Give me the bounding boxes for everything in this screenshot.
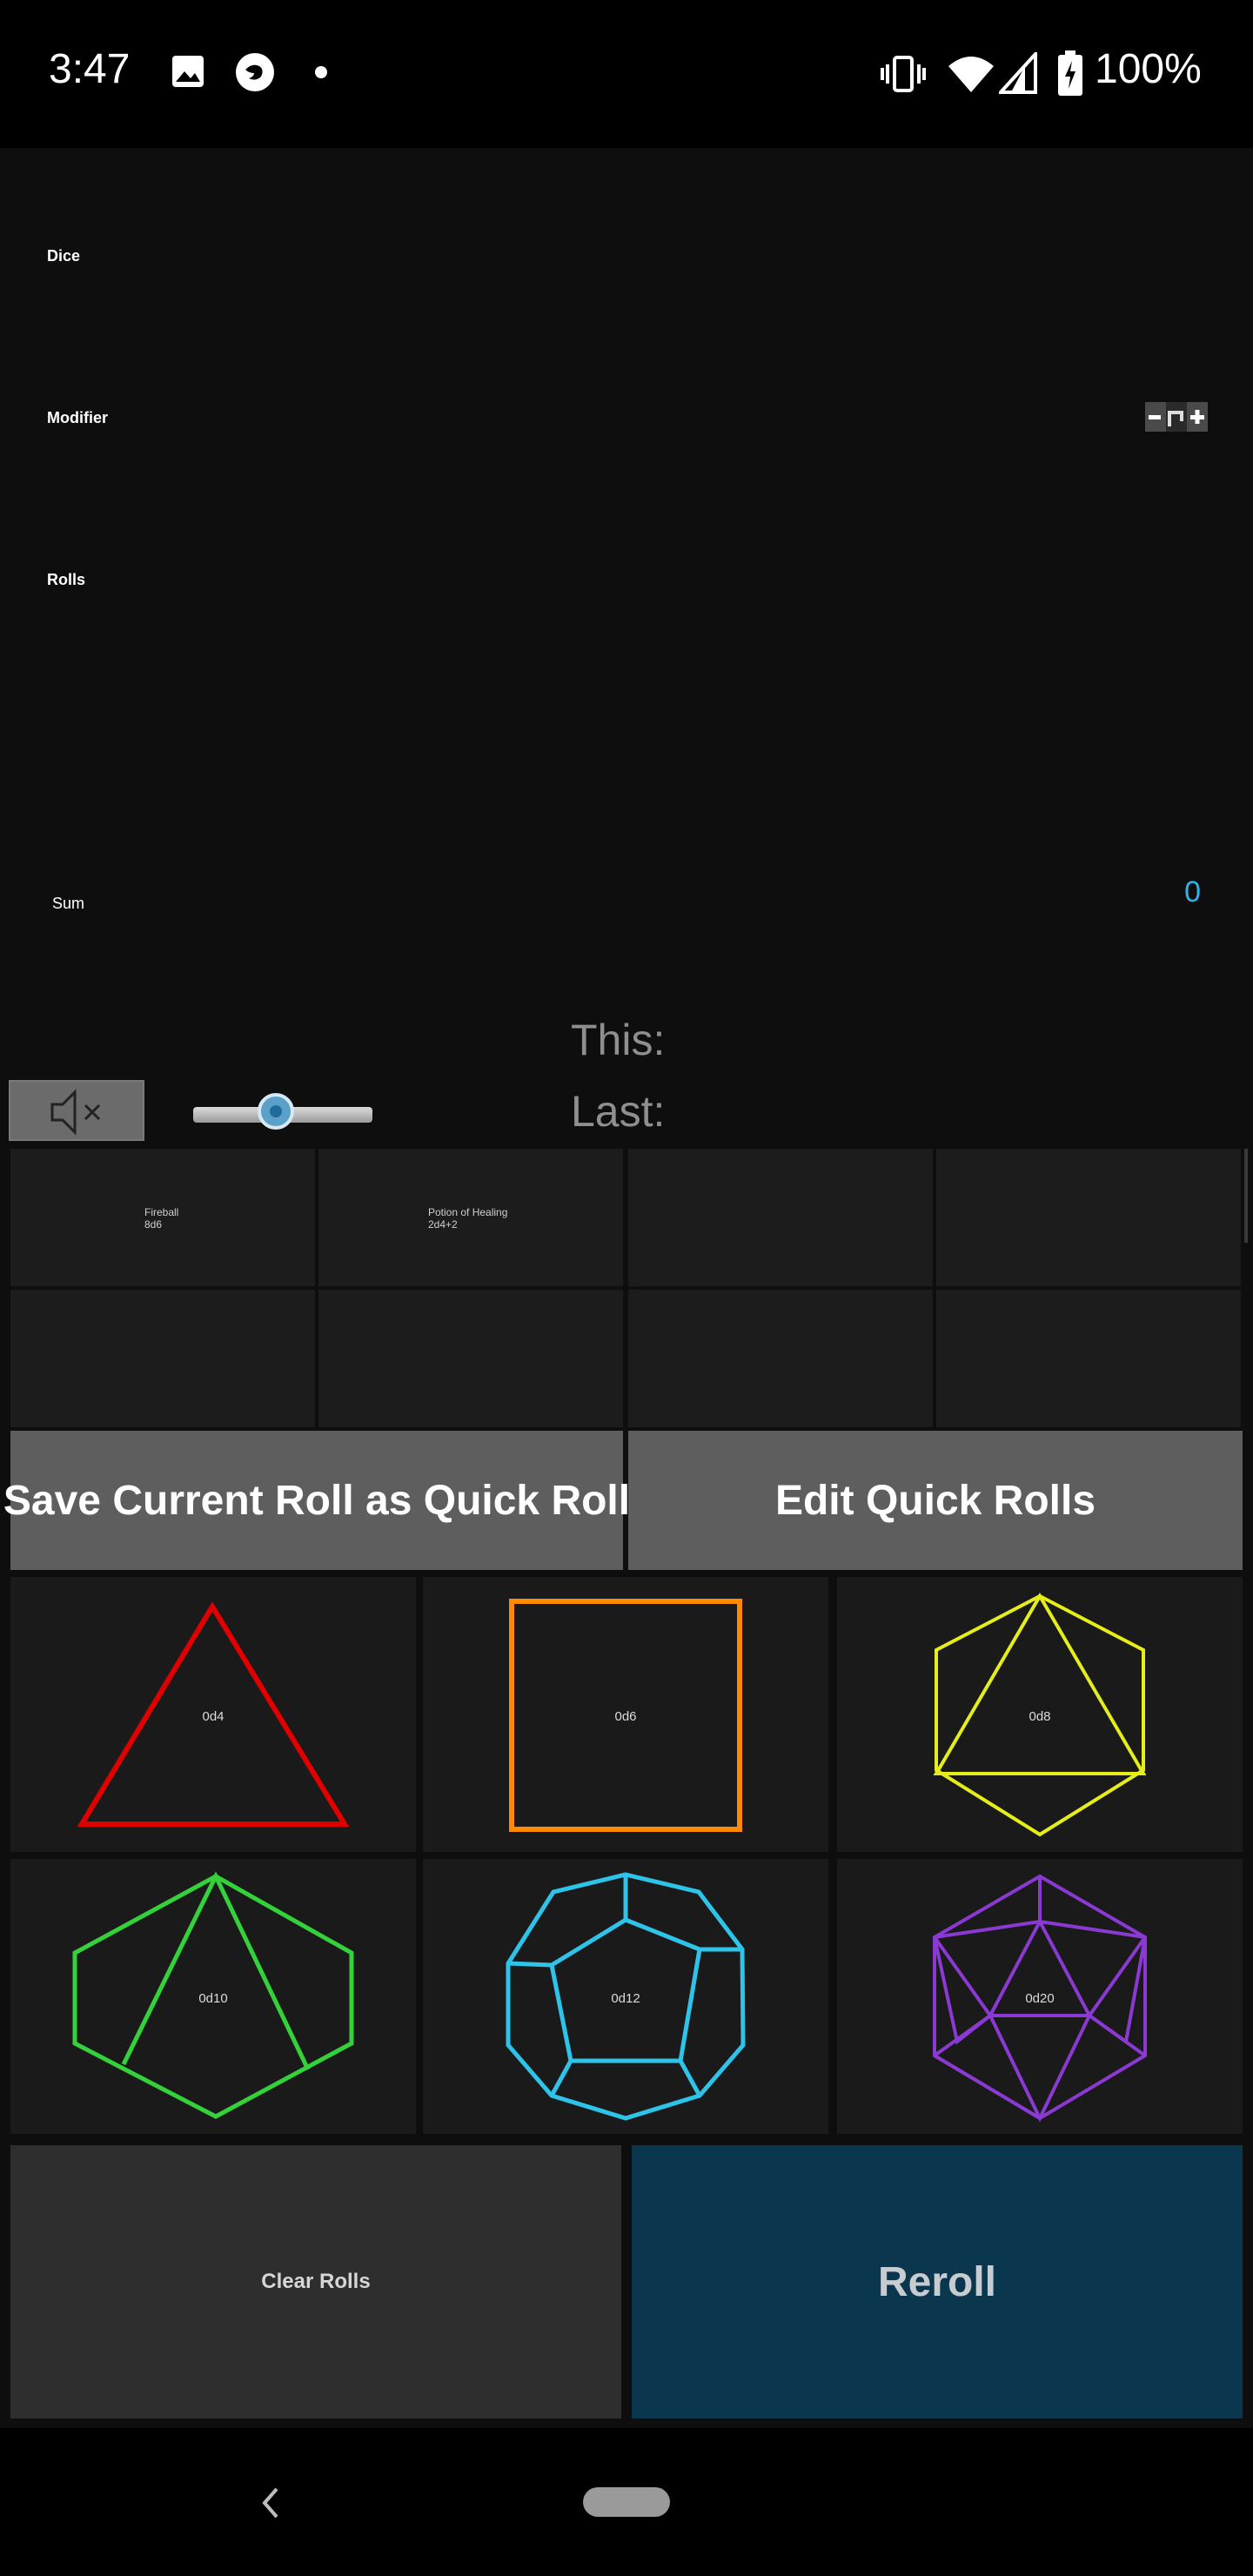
quick-roll-slot[interactable]: Potion of Healing 2d4+2	[318, 1149, 623, 1286]
quick-roll-slot[interactable]: Fireball 8d6	[10, 1149, 315, 1286]
edit-quick-rolls-button[interactable]: Edit Quick Rolls	[628, 1431, 1243, 1570]
battery-charging-icon	[1058, 50, 1082, 100]
sum-value: 0	[1184, 875, 1201, 909]
quick-roll-name: Fireball	[144, 1206, 179, 1218]
back-icon[interactable]	[258, 2482, 284, 2524]
die-d20-count: 0d20	[1025, 1991, 1055, 2006]
status-bar: 3:47 100%	[0, 0, 1253, 148]
gallery-icon	[171, 54, 205, 93]
die-d12-button[interactable]: 0d12	[423, 1859, 828, 2134]
die-d6-button[interactable]: 0d6	[423, 1577, 828, 1852]
wifi-icon	[947, 54, 995, 98]
volume-muted-icon	[47, 1087, 113, 1142]
dice-section-label: Dice	[47, 247, 81, 265]
notification-dot-icon	[315, 66, 327, 83]
modifier-section-label: Modifier	[47, 409, 108, 426]
save-quick-roll-button[interactable]: Save Current Roll as Quick Roll	[3, 1431, 630, 1570]
die-d4-count: 0d4	[202, 1709, 224, 1724]
die-d8-count: 0d8	[1029, 1709, 1051, 1724]
quick-roll-formula: 2d4+2	[428, 1218, 458, 1231]
quick-roll-scrollbar[interactable]	[1244, 1149, 1248, 1243]
die-d12-count: 0d12	[611, 1991, 640, 2006]
die-d6-count: 0d6	[614, 1709, 637, 1724]
last-roll-label: Last:	[571, 1087, 666, 1136]
quick-roll-slot[interactable]	[318, 1290, 623, 1427]
home-pill-button[interactable]	[583, 2487, 670, 2517]
volume-slider-thumb[interactable]	[258, 1093, 294, 1130]
modifier-stepper[interactable]	[1145, 400, 1208, 433]
quick-roll-slot[interactable]	[10, 1290, 315, 1427]
battery-percent: 100%	[1095, 46, 1202, 92]
quick-roll-slot[interactable]	[936, 1149, 1241, 1286]
clear-rolls-button[interactable]: Clear Rolls	[10, 2145, 621, 2418]
reroll-button[interactable]: Reroll	[632, 2145, 1243, 2418]
die-d4-button[interactable]: 0d4	[10, 1577, 416, 1852]
die-d8-button[interactable]: 0d8	[837, 1577, 1243, 1852]
rolls-section-label: Rolls	[47, 571, 86, 588]
sum-label: Sum	[52, 895, 85, 912]
quick-roll-name: Potion of Healing	[428, 1206, 508, 1218]
quick-roll-slot[interactable]	[936, 1290, 1241, 1427]
status-time: 3:47	[49, 46, 131, 92]
firefox-icon	[233, 50, 277, 98]
this-roll-label: This:	[571, 1016, 666, 1064]
vibrate-icon	[881, 54, 926, 98]
quick-roll-formula: 8d6	[144, 1218, 163, 1231]
cell-signal-icon	[996, 49, 1037, 98]
die-d10-count: 0d10	[198, 1991, 228, 2006]
die-d10-button[interactable]: 0d10	[10, 1859, 416, 2134]
quick-roll-slot[interactable]	[628, 1290, 933, 1427]
quick-roll-slot[interactable]	[628, 1149, 933, 1286]
mute-button[interactable]	[9, 1080, 144, 1141]
die-d20-button[interactable]: 0d20	[837, 1859, 1243, 2134]
